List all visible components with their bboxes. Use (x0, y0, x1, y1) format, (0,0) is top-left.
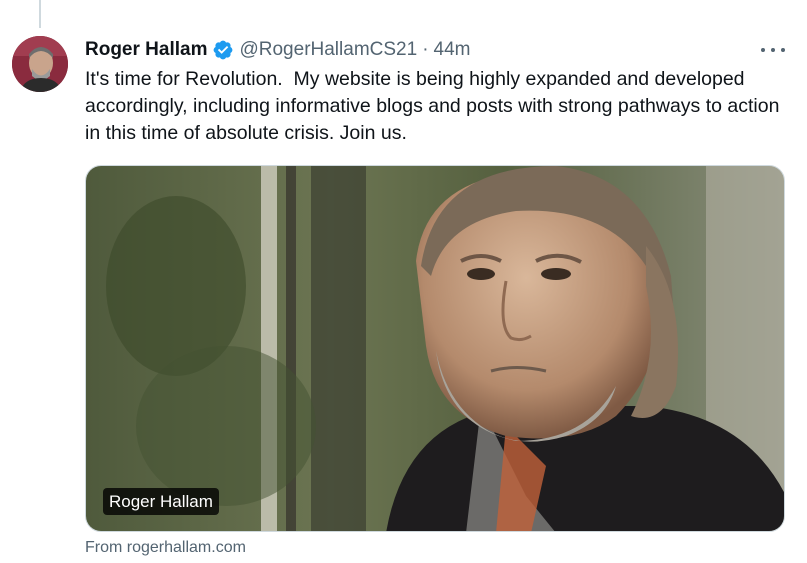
header-separator: · (422, 39, 429, 60)
author-name[interactable]: Roger Hallam (85, 39, 207, 61)
thread-connector-line (39, 0, 41, 28)
tweet-header: Roger Hallam @RogerHallamCS21 · 44m (85, 37, 470, 63)
more-options-icon[interactable] (761, 42, 785, 58)
link-card-media[interactable]: Roger Hallam (85, 165, 785, 532)
author-avatar[interactable] (12, 36, 68, 92)
author-handle[interactable]: @RogerHallamCS21 (239, 39, 417, 61)
tweet-view: Roger Hallam @RogerHallamCS21 · 44m It's… (0, 0, 807, 563)
link-source[interactable]: From rogerhallam.com (85, 539, 246, 557)
portrait-photo (86, 166, 784, 531)
media-card-label: Roger Hallam (103, 488, 219, 515)
verified-badge-icon[interactable] (212, 39, 234, 61)
tweet-timestamp[interactable]: 44m (434, 39, 471, 61)
tweet-text: It's time for Revolution. My website is … (85, 68, 785, 144)
avatar-image (12, 36, 68, 92)
